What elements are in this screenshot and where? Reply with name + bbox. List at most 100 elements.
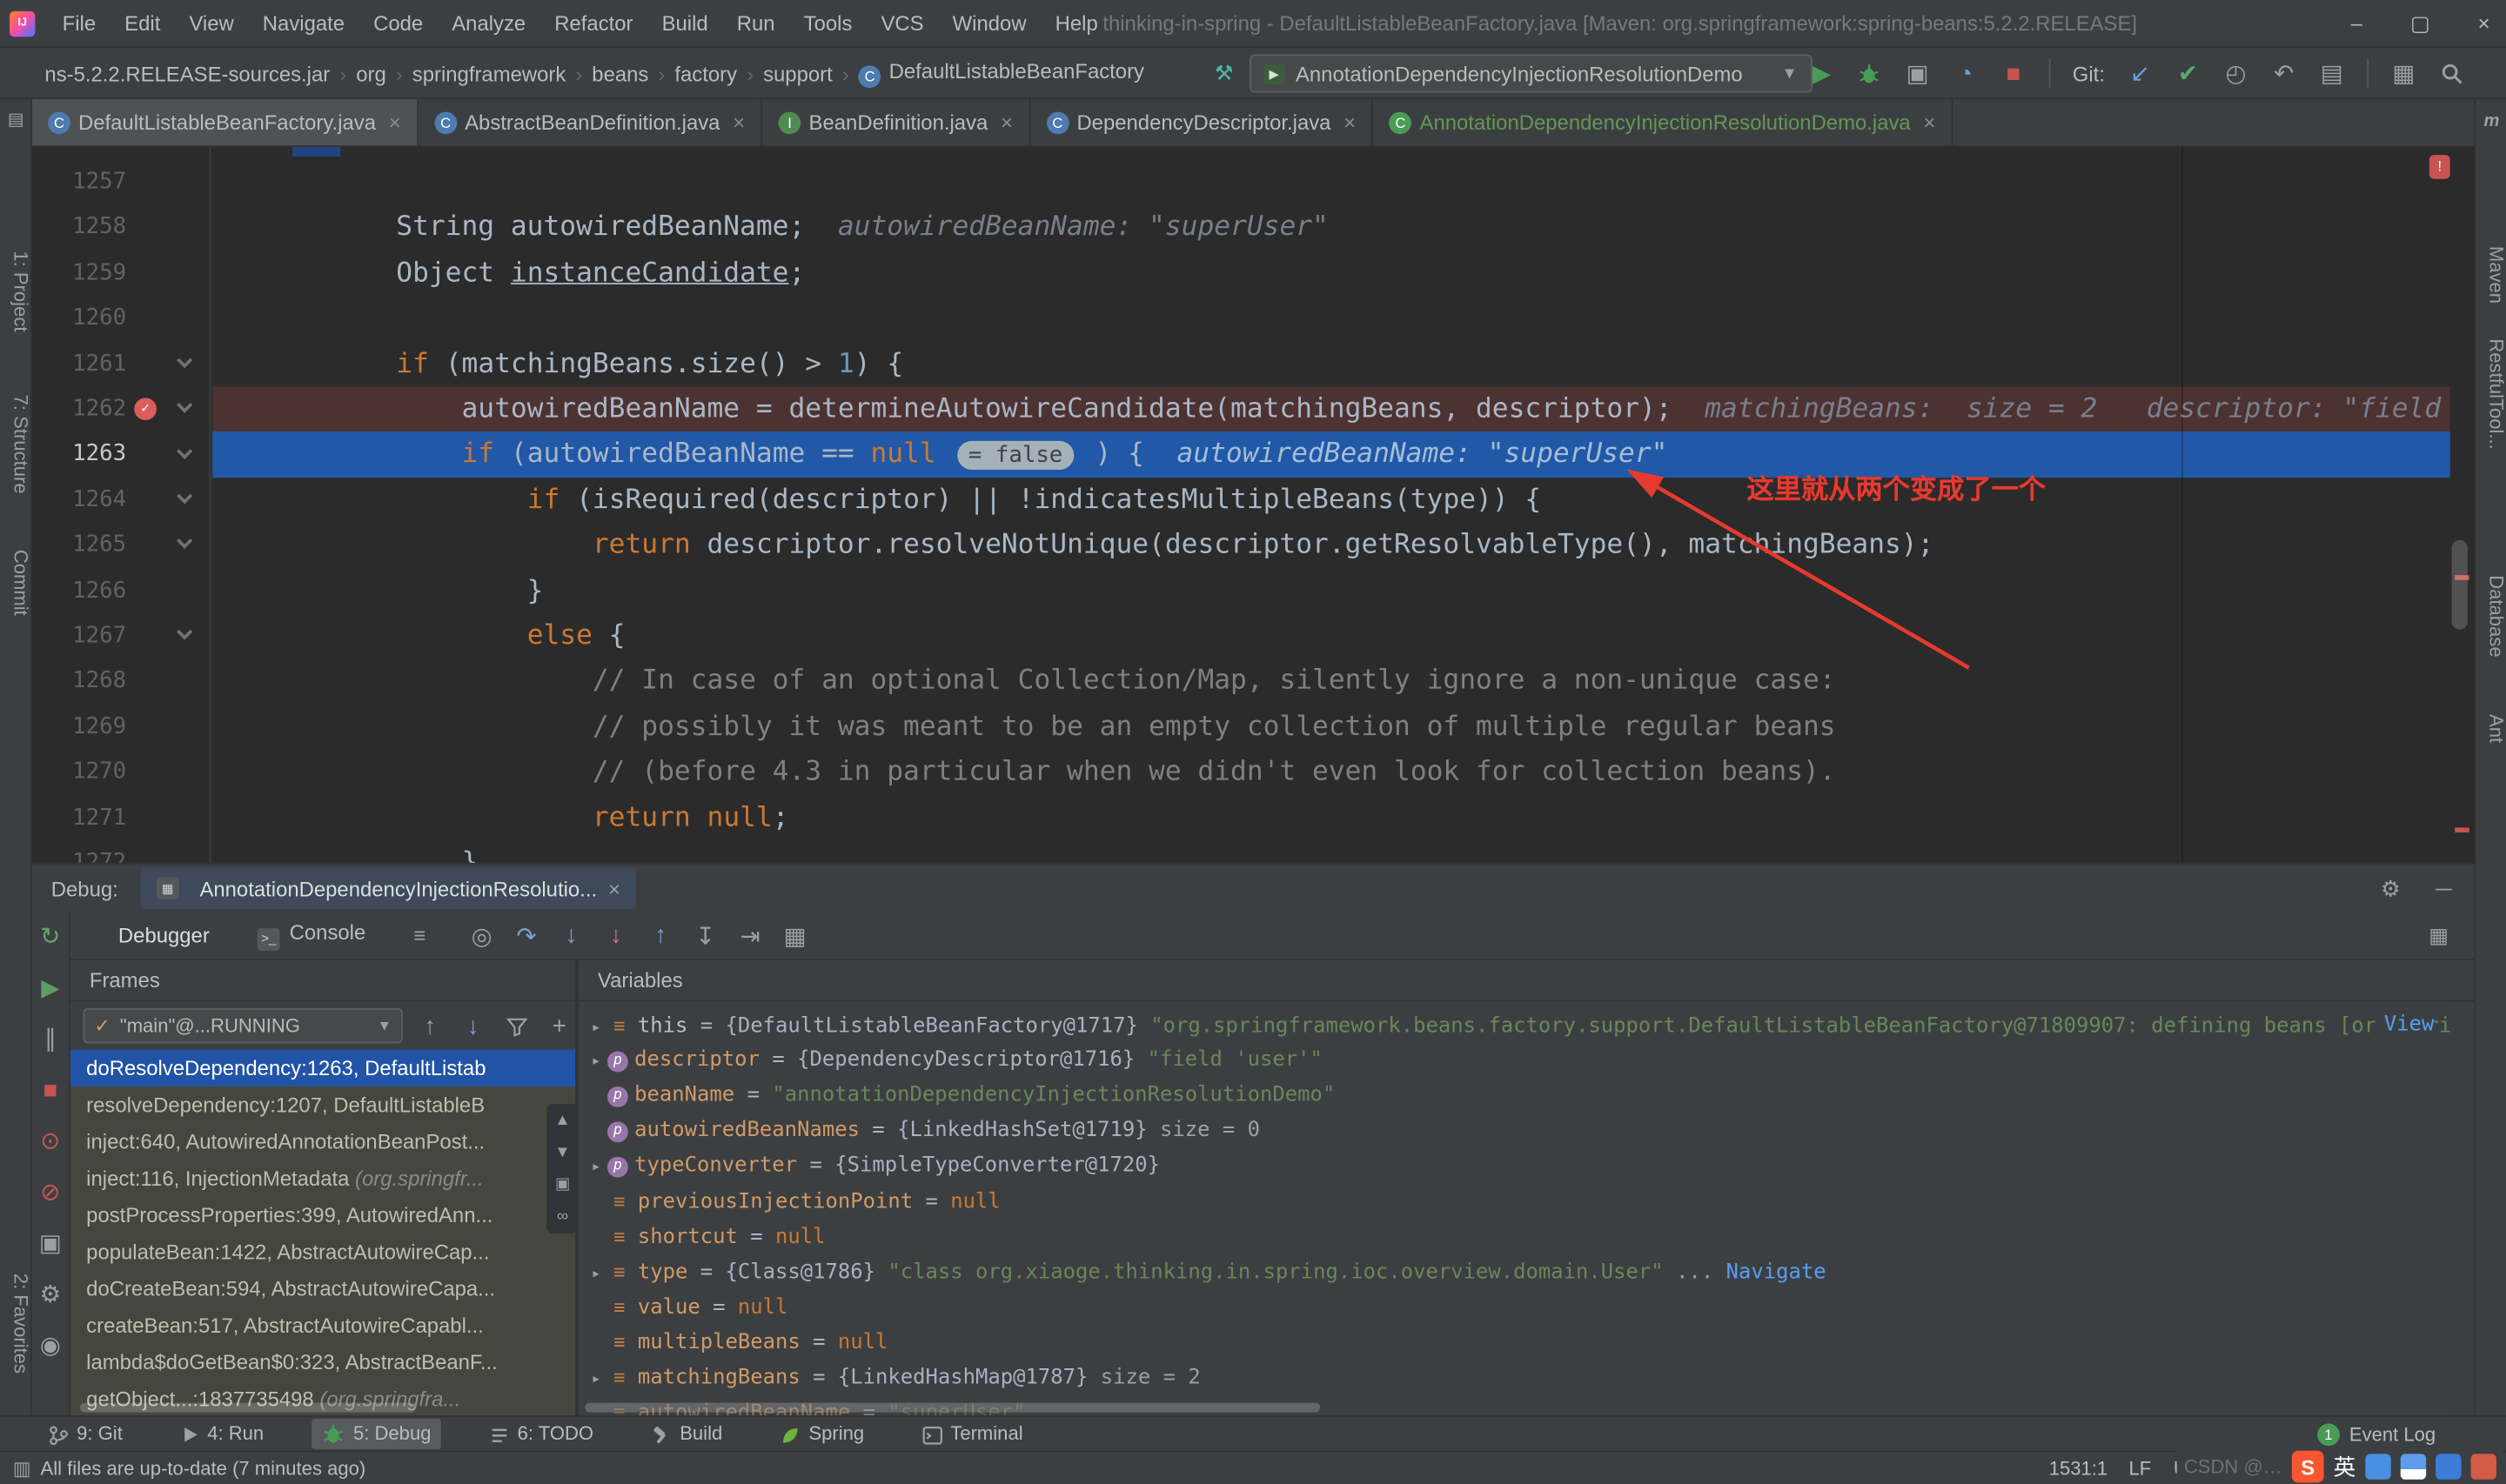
stack-frame-row[interactable]: inject:116, InjectionMetadata (org.sprin… <box>70 1160 575 1196</box>
variable-link[interactable]: View <box>2375 1008 2435 1043</box>
layout-settings-icon[interactable]: ▦ <box>2429 923 2449 948</box>
stack-frame-row[interactable]: doCreateBean:594, AbstractAutowireCapa..… <box>70 1270 575 1307</box>
evaluate-expression-icon[interactable]: ▦ <box>781 921 809 950</box>
stack-frame-row[interactable]: lambda$doGetBean$0:323, AbstractBeanF... <box>70 1344 575 1380</box>
minimize-icon[interactable]: – <box>2351 0 2362 48</box>
expand-arrow-icon[interactable]: ▸ <box>585 1012 607 1044</box>
editor-tab[interactable]: C AnnotationDependencyInjectionResolutio… <box>1373 99 1953 145</box>
tab-console[interactable]: >_Console <box>258 920 365 950</box>
stack-frame-row[interactable]: postProcessProperties:399, AutowiredAnn.… <box>70 1197 575 1233</box>
editor-tab[interactable]: I BeanDefinition.java × <box>762 99 1030 145</box>
view-breakpoints-icon[interactable]: ⊙ <box>32 1117 69 1168</box>
debug-icon[interactable] <box>1851 60 1889 87</box>
code-line[interactable]: 1261 if (matchingBeans.size() > 1) { <box>32 341 2475 386</box>
breakpoint-icon[interactable]: ✓ <box>134 398 157 421</box>
code-line[interactable]: 1272 } <box>32 840 2475 863</box>
tool-button-commit[interactable]: Commit <box>0 550 32 616</box>
rerun-icon[interactable]: ↻ <box>32 912 69 964</box>
restore-layout-icon[interactable]: ≡ <box>413 924 425 948</box>
shelve-icon[interactable]: ▤ <box>2313 59 2351 88</box>
stack-frame-row[interactable]: populateBean:1422, AbstractAutowireCap..… <box>70 1233 575 1270</box>
tab-close-icon[interactable]: × <box>1343 110 1356 135</box>
rollback-icon[interactable]: ↶ <box>2265 59 2303 88</box>
line-ending[interactable]: LF <box>2129 1453 2152 1484</box>
step-over-icon[interactable]: ↷ <box>512 921 540 950</box>
loop-icon[interactable]: ∞ <box>557 1208 568 1226</box>
breadcrumb-item[interactable]: CDefaultListableBeanFactory <box>859 59 1144 88</box>
menu-item-help[interactable]: Help <box>1041 10 1112 35</box>
tool-button-4-run[interactable]: 4: Run <box>171 1419 273 1450</box>
code-line[interactable]: 1266 } <box>32 568 2475 613</box>
code-line[interactable]: 1267 else { <box>32 613 2475 658</box>
menu-item-vcs[interactable]: VCS <box>867 10 938 35</box>
variable-row[interactable]: ▸ptypeConverter = {SimpleTypeConverter@1… <box>579 1149 2450 1184</box>
build-hammer-icon[interactable]: ⚒ <box>1215 61 1233 86</box>
ime-toolbar-icon[interactable] <box>2365 1454 2390 1479</box>
variables-hscrollbar-thumb[interactable] <box>585 1403 1320 1413</box>
thread-dropdown[interactable]: ✓ "main"@...RUNNING ▼ <box>84 1008 403 1043</box>
ime-mode-indicator[interactable]: 英 <box>2334 1451 2356 1483</box>
code-line[interactable]: 1263 if (autowiredBeanName == null = fal… <box>32 432 2475 478</box>
settings-gear-icon[interactable]: ⚙ <box>32 1270 69 1321</box>
menu-item-edit[interactable]: Edit <box>111 10 175 35</box>
tool-button-5-debug[interactable]: 5: Debug <box>312 1419 440 1450</box>
hide-panel-icon[interactable]: ─ <box>2436 875 2451 902</box>
variable-row[interactable]: pautowiredBeanNames = {LinkedHashSet@171… <box>579 1113 2450 1148</box>
tool-button-restfultool[interactable]: RestfulTool... <box>2476 338 2506 449</box>
scroll-bottom-icon[interactable]: ▼ <box>554 1144 570 1161</box>
breadcrumb-item[interactable]: factory <box>674 62 737 86</box>
variable-row[interactable]: ≡value = null <box>579 1289 2450 1324</box>
code-line[interactable]: 1259 Object instanceCandidate; <box>32 251 2475 296</box>
tool-button-terminal[interactable]: Terminal <box>912 1419 1032 1450</box>
stop-icon[interactable]: ■ <box>32 1066 69 1117</box>
menu-item-tools[interactable]: Tools <box>789 10 867 35</box>
caret-position[interactable]: 1531:1 <box>2049 1453 2107 1484</box>
layout-windows-icon[interactable]: ▦ <box>2384 59 2422 88</box>
profiler-icon[interactable]: ◔ <box>1947 60 1985 87</box>
expand-arrow-icon[interactable]: ▸ <box>585 1363 607 1395</box>
editor-tab[interactable]: C DefaultListableBeanFactory.java × <box>32 99 419 145</box>
menu-item-view[interactable]: View <box>175 10 248 35</box>
chevron-down-icon[interactable] <box>177 533 192 549</box>
variable-row[interactable]: ▸≡matchingBeans = {LinkedHashMap@1787} s… <box>579 1360 2450 1394</box>
code-line[interactable]: 1271 return null; <box>32 795 2475 840</box>
stack-frame-row[interactable]: createBean:517, AbstractAutowireCapabl..… <box>70 1307 575 1343</box>
editor-scrollbar-thumb[interactable] <box>2452 540 2468 630</box>
chevron-down-icon[interactable] <box>177 398 192 413</box>
pin-icon[interactable]: ◉ <box>32 1321 69 1373</box>
run-to-cursor-icon[interactable]: ⇥ <box>736 921 765 950</box>
chevron-down-icon[interactable] <box>177 625 192 640</box>
inspections-badge[interactable]: ! <box>2429 155 2450 179</box>
copy-stack-icon[interactable]: ▣ <box>555 1176 570 1193</box>
variable-link[interactable]: Navigate <box>1726 1260 1826 1285</box>
stack-frame-row[interactable]: inject:640, AutowiredAnnotationBeanPost.… <box>70 1123 575 1160</box>
stop-icon[interactable]: ■ <box>1994 60 2033 87</box>
close-icon[interactable]: × <box>2478 0 2490 48</box>
step-out-icon[interactable]: ↑ <box>647 921 675 950</box>
code-line[interactable]: 1268 // In case of an optional Collectio… <box>32 658 2475 704</box>
run-icon[interactable]: ▶ <box>1802 59 1840 88</box>
menu-item-file[interactable]: File <box>48 10 111 35</box>
tool-button-maven[interactable]: Maven <box>2476 246 2506 304</box>
expand-arrow-icon[interactable]: ▸ <box>585 1045 607 1079</box>
code-line[interactable]: 1262✓ autowiredBeanName = determineAutow… <box>32 386 2475 431</box>
step-into-icon[interactable]: ↓ <box>557 921 586 950</box>
tool-button-favorites[interactable]: 2: Favorites <box>0 1273 32 1374</box>
ime-keyboard-icon[interactable] <box>2401 1454 2426 1479</box>
tool-button-event-log[interactable]: Event Log <box>2349 1423 2436 1446</box>
maximize-icon[interactable]: ▢ <box>2410 0 2430 48</box>
maven-icon[interactable]: m <box>2476 112 2506 131</box>
variable-row[interactable]: ≡shortcut = null <box>579 1219 2450 1253</box>
menu-item-window[interactable]: Window <box>938 10 1041 35</box>
tab-debugger[interactable]: Debugger <box>118 924 210 948</box>
resume-icon[interactable]: ▶ <box>32 964 69 1015</box>
run-config-selector[interactable]: ▶ AnnotationDependencyInjectionResolutio… <box>1250 54 1812 92</box>
variable-row[interactable]: ≡previousInjectionPoint = null <box>579 1184 2450 1219</box>
tab-close-icon[interactable]: × <box>733 110 745 135</box>
code-line[interactable]: 1264 if (isRequired(descriptor) || !indi… <box>32 478 2475 523</box>
tab-close-icon[interactable]: × <box>1001 110 1013 135</box>
variable-row[interactable]: ≡multipleBeans = null <box>579 1325 2450 1360</box>
variable-row[interactable]: ▸pdescriptor = {DependencyDescriptor@171… <box>579 1043 2450 1078</box>
tool-button-9-git[interactable]: 9: Git <box>38 1419 132 1450</box>
code-line[interactable]: 1260 <box>32 296 2475 341</box>
